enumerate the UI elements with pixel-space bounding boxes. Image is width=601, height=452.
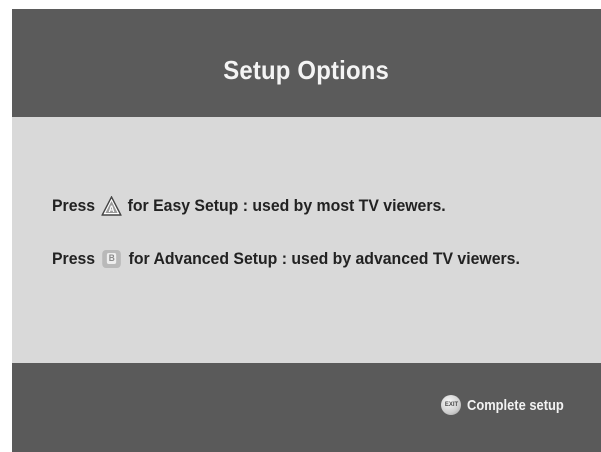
setup-options-screen: Setup Options Press A for Easy Setup : u… [12, 9, 601, 452]
a-button-letter: A [109, 204, 116, 214]
press-label: Press [52, 196, 96, 215]
easy-setup-option[interactable]: Press A for Easy Setup : used by most TV… [52, 195, 446, 216]
footer-bar: EXIT Complete setup [12, 363, 601, 452]
easy-setup-label: for Easy Setup : used by most TV viewers… [127, 196, 446, 215]
b-button-icon: B [102, 250, 122, 268]
press-label: Press [52, 249, 96, 268]
options-panel: Press A for Easy Setup : used by most TV… [12, 117, 601, 363]
advanced-setup-option[interactable]: Press B for Advanced Setup : used by adv… [52, 249, 520, 269]
a-button-triangle-icon: A [101, 195, 123, 216]
complete-setup-label: Complete setup [467, 396, 565, 414]
complete-setup-button[interactable]: EXIT Complete setup [441, 395, 580, 415]
b-button-letter: B [107, 253, 117, 264]
exit-icon-label: EXIT [444, 402, 459, 408]
page-title: Setup Options [223, 54, 390, 85]
exit-button-icon: EXIT [441, 395, 462, 415]
header-bar: Setup Options [12, 9, 601, 117]
advanced-setup-label: for Advanced Setup : used by advanced TV… [128, 249, 520, 268]
